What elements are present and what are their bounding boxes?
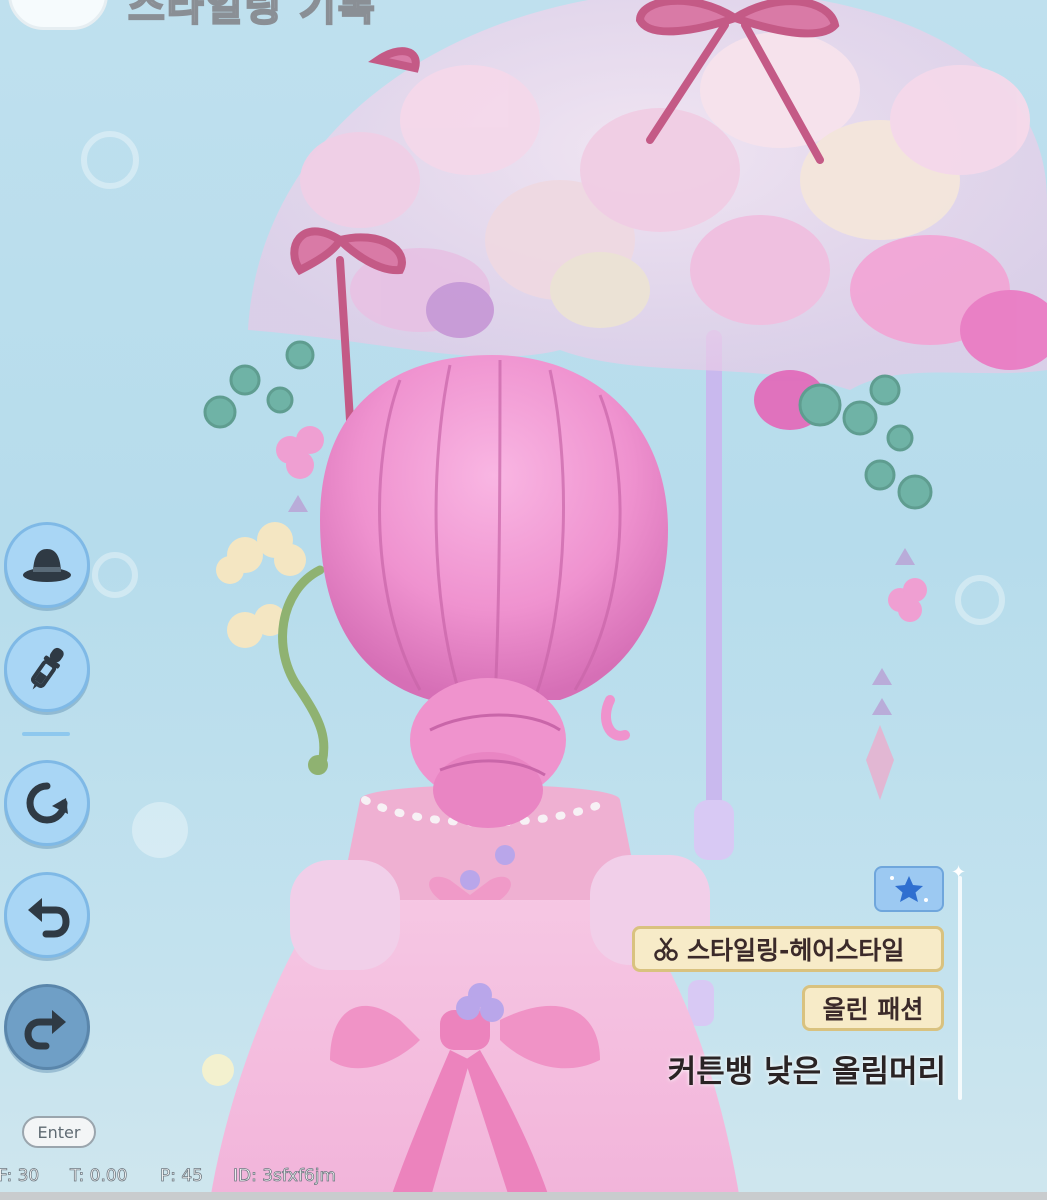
hat-button[interactable] [4, 522, 90, 608]
style-tag: 올린 패션 [802, 985, 944, 1031]
dress [210, 785, 740, 1200]
item-name: 커튼뱅 낮은 올림머리 [667, 1054, 946, 1090]
rotate-button[interactable] [4, 760, 90, 846]
hat-icon [23, 549, 71, 582]
toolbar-divider [22, 732, 70, 736]
stat-id: ID: 3sfxf6jm [233, 1166, 337, 1187]
enter-key-hint[interactable]: Enter [22, 1116, 96, 1148]
star-icon [890, 876, 928, 902]
umbrella-canopy [203, 0, 1047, 800]
game-scene: 스타일링 기록 Enter F: 30 T: 0.00 P: 45 ID: 3s… [0, 0, 1047, 1200]
page-title: 스타일링 기록 [127, 0, 377, 31]
redo-icon [24, 1010, 66, 1050]
category-tag-label: 스타일링-헤어스타일 [687, 936, 905, 965]
top-bar: 스타일링 기록 [0, 0, 560, 31]
scissors-icon [654, 937, 678, 961]
undo-icon [28, 898, 70, 938]
dropper-button[interactable] [4, 626, 90, 712]
stat-t: T: 0.00 [70, 1166, 128, 1187]
rotate-icon [26, 782, 68, 824]
back-button[interactable] [8, 0, 108, 30]
undo-button[interactable] [4, 872, 90, 958]
hair [320, 355, 668, 828]
debug-stats: F: 30 T: 0.00 P: 45 ID: 3sfxf6jm [0, 1166, 420, 1194]
rarity-badge [874, 866, 944, 912]
stat-f: F: 30 [0, 1166, 40, 1187]
scroll-track[interactable] [958, 876, 962, 1100]
dropper-icon [30, 647, 64, 690]
redo-button[interactable] [4, 984, 90, 1070]
style-tag-label: 올린 패션 [822, 995, 924, 1024]
bottom-edge [0, 1192, 1047, 1200]
category-tag: 스타일링-헤어스타일 [632, 926, 944, 972]
stat-p: P: 45 [160, 1166, 204, 1187]
